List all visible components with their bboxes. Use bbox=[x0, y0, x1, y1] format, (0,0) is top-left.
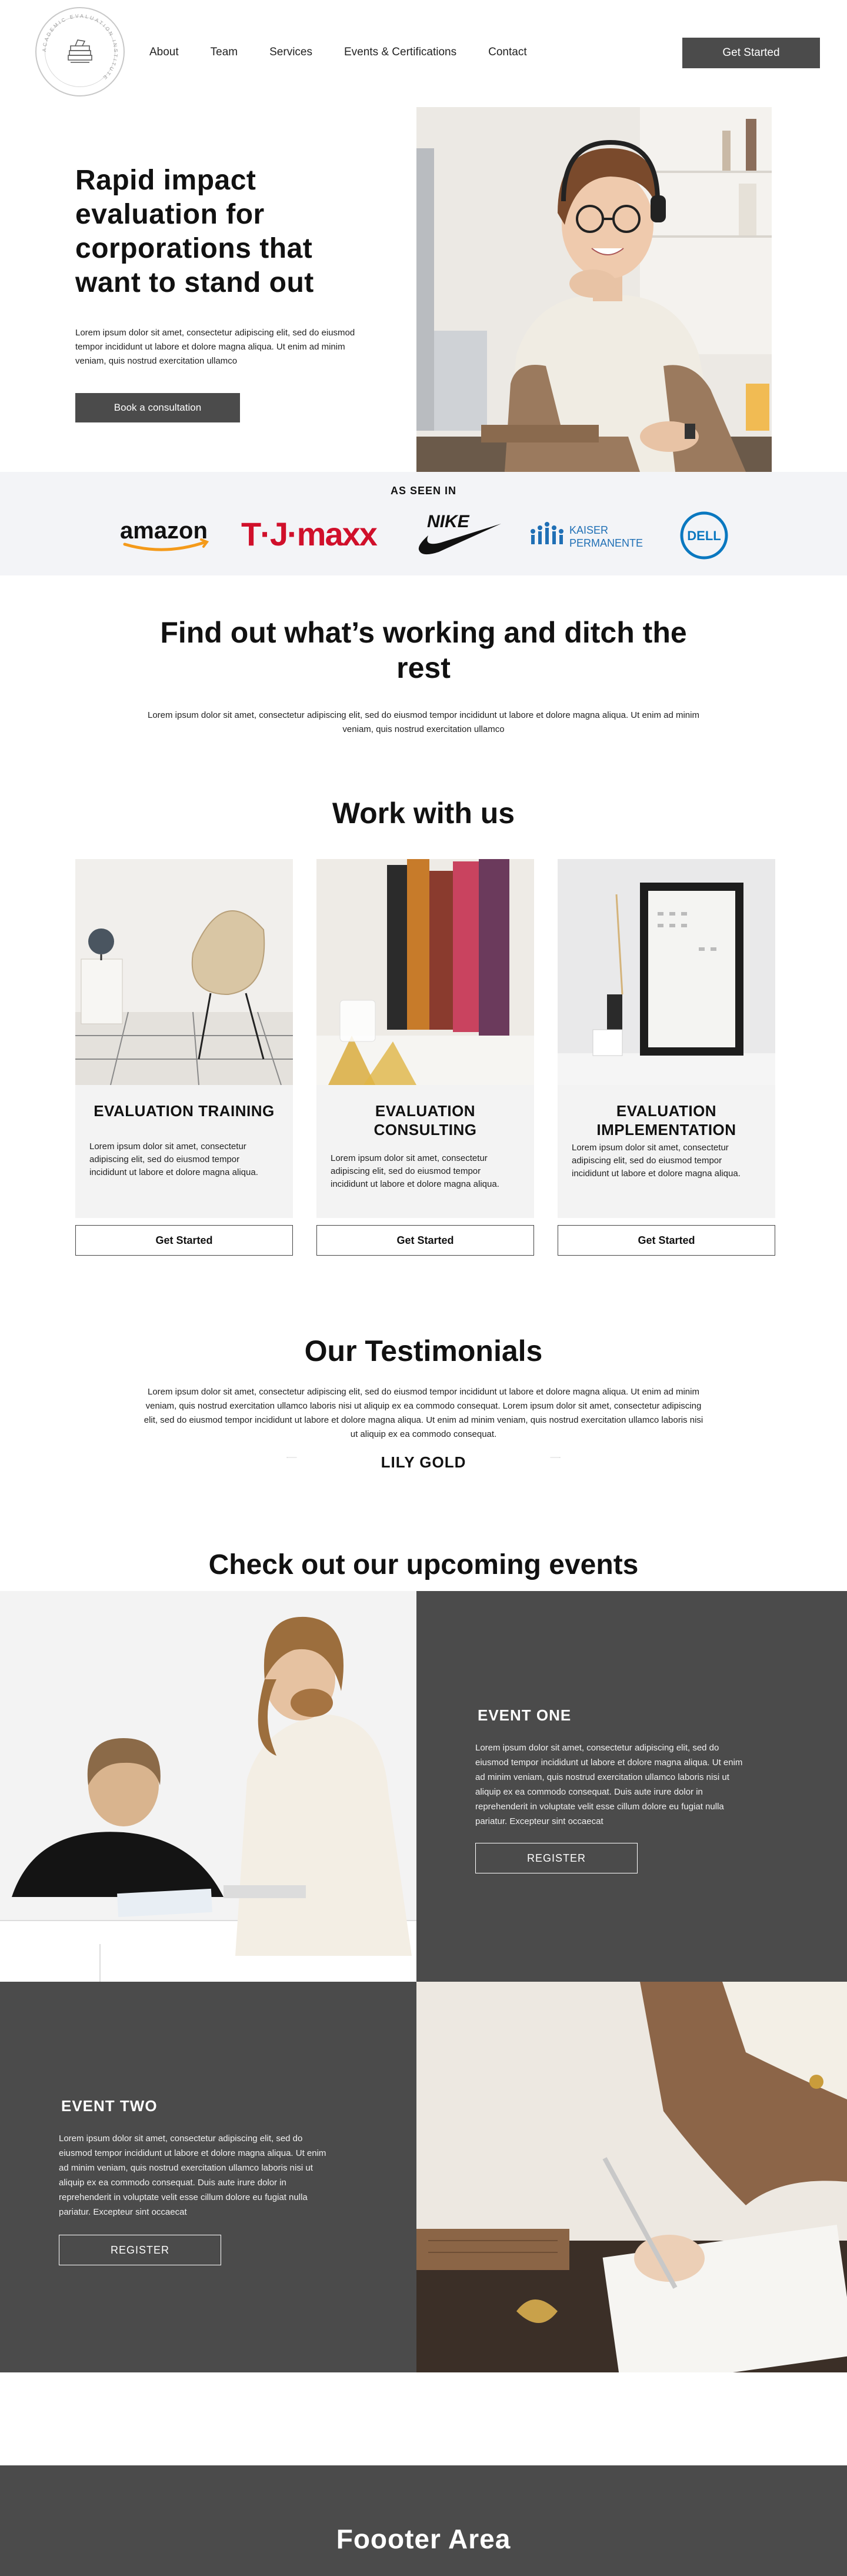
card-title: EVALUATION CONSULTING bbox=[374, 1102, 477, 1139]
nav-link-services[interactable]: Services bbox=[269, 46, 312, 59]
site-footer: Foooter Area bbox=[0, 2465, 847, 2576]
testimonial-quote: Lorem ipsum dolor sit amet, consectetur … bbox=[144, 1387, 703, 1439]
hero-body: Lorem ipsum dolor sit amet, consectetur … bbox=[75, 328, 355, 366]
hero-photo-woman-headphones bbox=[416, 107, 772, 472]
svg-text:DELL: DELL bbox=[687, 528, 721, 543]
svg-text:ACADEMIC EVALUATION INSTITUTE: ACADEMIC EVALUATION INSTITUTE bbox=[41, 13, 119, 82]
implementation-get-started-button[interactable]: Get Started bbox=[558, 1225, 775, 1256]
events-title: Check out our upcoming events bbox=[208, 1549, 639, 1580]
main-nav: About Team Services Events & Certificati… bbox=[149, 46, 559, 59]
nav-link-team[interactable]: Team bbox=[211, 46, 238, 59]
testimonial-next-arrow-icon[interactable] bbox=[503, 1457, 607, 1458]
svg-text:PERMANENTE: PERMANENTE bbox=[569, 537, 643, 549]
hero-title: Rapid impact evaluation for corporations… bbox=[75, 165, 314, 298]
card-title: EVALUATION IMPLEMENTATION bbox=[596, 1102, 736, 1139]
svg-text:NIKE: NIKE bbox=[427, 512, 470, 531]
event-two-register-button[interactable]: REGISTER bbox=[59, 2235, 221, 2265]
service-card-consulting: EVALUATION CONSULTING Lorem ipsum dolor … bbox=[316, 859, 534, 1218]
as-seen-in-band: AS SEEN IN amazon T·J·maxx NIKE KAISER P… bbox=[0, 472, 847, 575]
work-with-us-title: Work with us bbox=[332, 797, 515, 830]
site-header: ACADEMIC EVALUATION INSTITUTE About Team… bbox=[0, 0, 847, 107]
card-body: Lorem ipsum dolor sit amet, consectetur … bbox=[331, 1153, 499, 1189]
card-body: Lorem ipsum dolor sit amet, consectetur … bbox=[572, 1143, 741, 1179]
logo-ring-text: ACADEMIC EVALUATION INSTITUTE bbox=[41, 13, 119, 82]
svg-text:amazon: amazon bbox=[120, 518, 208, 544]
book-consultation-button[interactable]: Book a consultation bbox=[75, 393, 240, 422]
kaiser-permanente-logo: KAISER PERMANENTE bbox=[529, 512, 653, 559]
testimonial-author: LILY GOLD bbox=[381, 1453, 466, 1471]
card-title: EVALUATION TRAINING bbox=[94, 1102, 275, 1120]
card-photo-books bbox=[316, 859, 534, 1085]
card-photo-chair bbox=[75, 859, 293, 1085]
as-seen-in-title: AS SEEN IN bbox=[390, 485, 457, 497]
nav-link-contact[interactable]: Contact bbox=[488, 46, 526, 59]
tjmaxx-logo: T·J·maxx bbox=[241, 512, 394, 559]
testimonials-title: Our Testimonials bbox=[304, 1334, 543, 1367]
logo[interactable]: ACADEMIC EVALUATION INSTITUTE bbox=[35, 7, 125, 96]
svg-text:KAISER: KAISER bbox=[569, 524, 608, 536]
service-card-implementation: EVALUATION IMPLEMENTATION Lorem ipsum do… bbox=[558, 859, 775, 1218]
find-out-title: Find out what’s working and ditch the re… bbox=[160, 616, 687, 684]
training-get-started-button[interactable]: Get Started bbox=[75, 1225, 293, 1256]
event-two-title: EVENT TWO bbox=[61, 2097, 158, 2115]
footer-title: Foooter Area bbox=[336, 2524, 511, 2554]
card-body: Lorem ipsum dolor sit amet, consectetur … bbox=[89, 1141, 258, 1177]
nav-link-events-certifications[interactable]: Events & Certifications bbox=[344, 46, 456, 59]
event-one-title: EVENT ONE bbox=[478, 1706, 572, 1724]
event-one-register-button[interactable]: REGISTER bbox=[475, 1843, 638, 1873]
event-one-photo bbox=[0, 1591, 416, 1982]
event-two-body: Lorem ipsum dolor sit amet, consectetur … bbox=[59, 2134, 326, 2217]
event-two-photo bbox=[416, 1982, 847, 2372]
header-get-started-button[interactable]: Get Started bbox=[682, 38, 820, 68]
dell-logo: DELL bbox=[679, 511, 729, 560]
service-card-training: EVALUATION TRAINING Lorem ipsum dolor si… bbox=[75, 859, 293, 1218]
event-one-body: Lorem ipsum dolor sit amet, consectetur … bbox=[475, 1743, 743, 1826]
event-one-panel: EVENT ONE Lorem ipsum dolor sit amet, co… bbox=[416, 1591, 847, 1982]
page: ACADEMIC EVALUATION INSTITUTE About Team… bbox=[0, 0, 847, 2576]
nav-link-about[interactable]: About bbox=[149, 46, 179, 59]
event-two-panel: EVENT TWO Lorem ipsum dolor sit amet, co… bbox=[0, 1982, 416, 2372]
svg-text:T·J·maxx: T·J·maxx bbox=[241, 515, 378, 553]
amazon-logo: amazon bbox=[118, 512, 218, 559]
find-out-body: Lorem ipsum dolor sit amet, consectetur … bbox=[148, 710, 699, 734]
nike-logo: NIKE bbox=[415, 512, 503, 559]
consulting-get-started-button[interactable]: Get Started bbox=[316, 1225, 534, 1256]
card-photo-frame bbox=[558, 859, 775, 1085]
